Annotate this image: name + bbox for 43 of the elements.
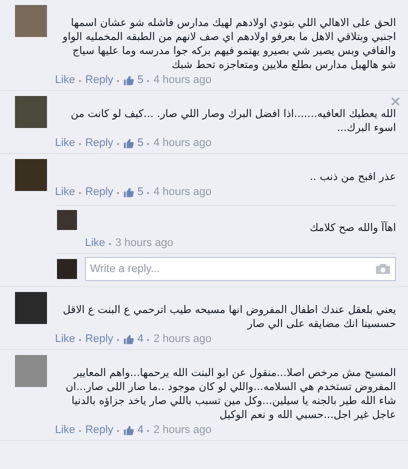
thumbs-up-icon (123, 187, 134, 198)
reply-link[interactable]: Reply (85, 333, 114, 346)
like-link[interactable]: Like (55, 424, 76, 437)
timestamp: 2 hours ago (153, 333, 212, 346)
thumbs-up-icon (123, 425, 134, 436)
like-link[interactable]: Like (85, 237, 106, 250)
avatar (15, 355, 47, 387)
timestamp: 4 hours ago (153, 186, 212, 199)
avatar (57, 210, 77, 230)
avatar (57, 259, 77, 279)
comment-text: يعني بلعقل عندك اطفال المفروض انها مسيحه طيب اترحمي ع البنت ع الاقل حسسينا انك مضايقه على الي صار (62, 303, 396, 331)
thumbs-up-icon (123, 334, 134, 345)
reply-text: اهآآ والله صح كلامك (308, 221, 396, 235)
like-link[interactable]: Like (55, 186, 76, 199)
comment-text: الله يعطيك العافيه.......اذا افضل البرك وصار اللي صار. ...كيف لو كانت من اسوء البرك... (70, 107, 396, 135)
reply-field[interactable]: Write a reply... (85, 257, 396, 281)
thumbs-up-icon (123, 75, 134, 86)
reply-link[interactable]: Reply (85, 186, 114, 199)
timestamp: 3 hours ago (115, 237, 174, 250)
reply-link[interactable]: Reply (85, 74, 114, 87)
timestamp: 4 hours ago (153, 137, 212, 150)
comment-text: الحق على الاهالي اللي بتودي اولادهم لهيك مدارس فاشله شو عشان اسمها اجنبي وبتلاقي الاهل ما بعرفو اولادهم اي صف لانهم من الطبقه المخمليه الواو والفافي وبس يصير شي بصيرو يهتمو فيهم بركه جوا مدرسه وما عليها سياج شو هالهبل مدارس بطلع ملايين ومتعاجزه تحط شبك (61, 16, 396, 72)
camera-icon[interactable] (375, 263, 391, 275)
timestamp: 4 hours ago (153, 74, 212, 87)
like-count[interactable]: 5 (137, 137, 144, 150)
like-count[interactable]: 4 (137, 333, 144, 346)
like-link[interactable]: Like (55, 333, 76, 346)
close-icon[interactable] (391, 97, 400, 106)
like-count[interactable]: 5 (137, 74, 144, 87)
comment-text: المسبح مش مرخص اصلا...منقول عن ابو البنت الله يرحمها...واهم المعايير المفروض تستخدم هي السلامه...واللي لو كان موجود ..ما صار اللى صار...ان شاء الله طير بالجنه يا سيلين...وكل مين تسبب باللي صار ياخد جزاؤه بالدنيا عاجل غير اجل...حسبي الله و نعم الوكيل (64, 366, 396, 422)
reply-link[interactable]: Reply (85, 424, 114, 437)
reply-link[interactable]: Reply (85, 137, 114, 150)
like-link[interactable]: Like (55, 74, 76, 87)
comment-text: عذر اقبح من ذنب .. (308, 170, 396, 184)
timestamp: 2 hours ago (153, 424, 212, 437)
avatar (15, 292, 47, 324)
thumbs-up-icon (123, 138, 134, 149)
avatar (15, 159, 47, 191)
avatar (15, 5, 47, 37)
avatar (15, 96, 47, 128)
like-link[interactable]: Like (55, 137, 76, 150)
like-count[interactable]: 4 (137, 424, 144, 437)
like-count[interactable]: 5 (137, 186, 144, 199)
